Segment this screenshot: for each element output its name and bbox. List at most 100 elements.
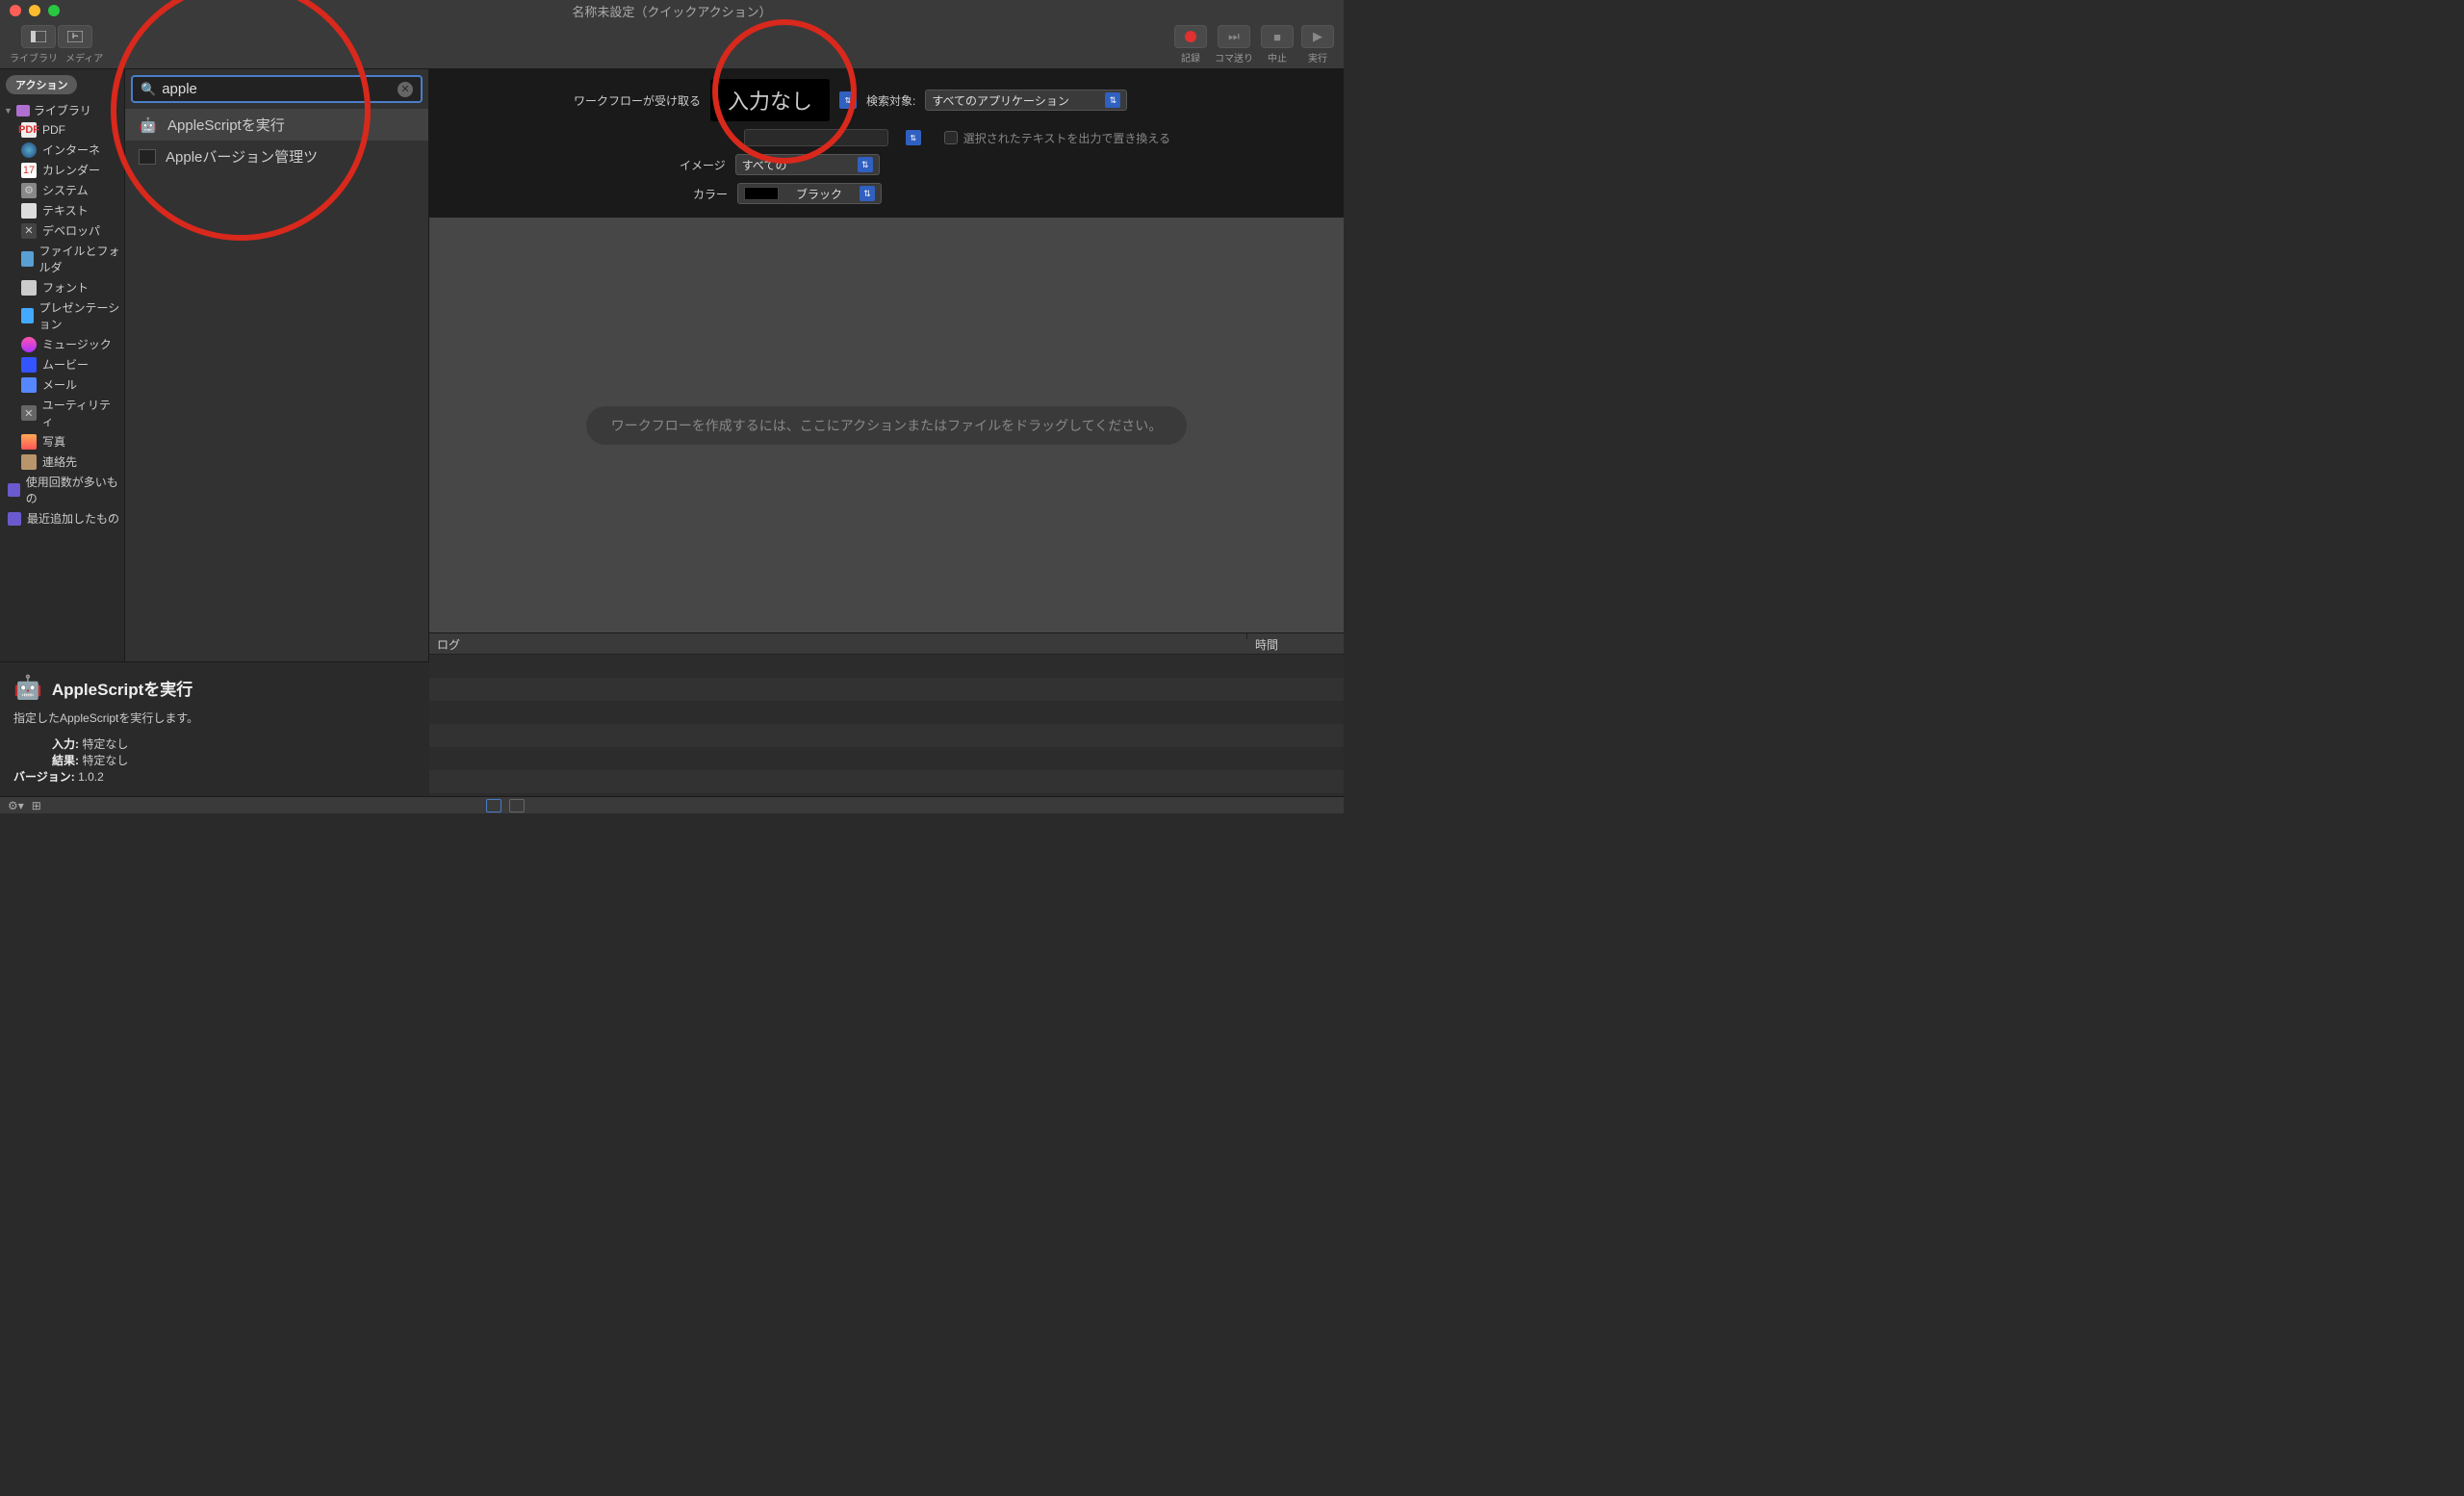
sidebar-item-calendar[interactable]: 17カレンダー [0,160,124,180]
window-controls [0,5,60,16]
chevron-updown-icon[interactable]: ⇅ [906,130,921,145]
view-mode-workflow-button[interactable] [486,799,501,812]
result-item-version[interactable]: Appleバージョン管理ツ [125,141,428,172]
statusbar: ⚙▾ ⊞ [0,796,1344,813]
calendar-icon: 17 [21,163,37,178]
search-input[interactable] [162,81,392,97]
color-select[interactable]: ブラック ⇅ [737,183,882,204]
sidebar-item-internet[interactable]: インターネ [0,140,124,160]
folder-icon [21,251,34,267]
toolbar: ライブラリ メディア 記録 ⏭ コマ送り ■ 中止 ▶ 実行 [0,21,1344,69]
replace-text-checkbox[interactable]: 選択されたテキストを出力で置き換える [944,130,1170,146]
actions-tab[interactable]: アクション [6,75,77,94]
workflow-placeholder: ワークフローを作成するには、ここにアクションまたはファイルをドラッグしてください… [586,406,1187,445]
movie-icon [21,357,37,373]
log-rows [429,655,1344,796]
sidebar-item-files[interactable]: ファイルとフォルダ [0,241,124,277]
wrench-icon: ✕ [21,405,37,421]
view-mode-list-button[interactable] [509,799,525,812]
stop-button[interactable]: ■ [1261,25,1294,48]
library-toggle-button[interactable] [21,25,56,48]
clear-search-button[interactable]: ✕ [398,82,413,97]
sidebar-item-system[interactable]: ⚙システム [0,180,124,200]
close-button[interactable] [10,5,21,16]
sidebar-item-contacts[interactable]: 連絡先 [0,451,124,472]
chevron-updown-icon[interactable]: ⇅ [839,91,857,109]
info-description: 指定したAppleScriptを実行します。 [13,709,416,726]
pdf-icon: PDF [21,122,37,138]
image-label: イメージ [680,157,726,173]
step-button[interactable]: ⏭ [1218,25,1250,48]
media-icon [67,31,83,42]
run-button[interactable]: ▶ [1301,25,1334,48]
maximize-button[interactable] [48,5,60,16]
titlebar: 名称未設定（クイックアクション） [0,0,1344,21]
color-swatch [744,187,779,200]
receives-select[interactable]: 入力なし [710,79,830,121]
sidebar-item-font[interactable]: フォント [0,277,124,297]
minimize-button[interactable] [29,5,40,16]
search-target-label: 検索対象: [866,92,915,109]
photo-icon [21,434,37,450]
stop-icon: ■ [1273,30,1281,44]
sidebar-item-text[interactable]: テキスト [0,200,124,220]
sidebar-item-pdf[interactable]: PDFPDF [0,120,124,140]
music-icon [21,337,37,352]
sidebar-item-developer[interactable]: ✕デベロッパ [0,220,124,241]
info-panel: 🤖 AppleScriptを実行 指定したAppleScriptを実行します。 … [0,661,429,796]
record-label: 記録 [1181,50,1200,64]
image-select[interactable]: すべての ⇅ [735,154,880,175]
stop-label: 中止 [1268,50,1287,64]
terminal-icon [139,149,156,165]
chevron-updown-icon: ⇅ [860,186,875,201]
run-label: 実行 [1308,50,1327,64]
record-button[interactable] [1174,25,1207,48]
checkbox-icon [944,131,958,144]
grid-toggle-button[interactable]: ⊞ [32,799,41,812]
text-icon [21,203,37,219]
presentation-icon [21,308,34,323]
result-item-applescript[interactable]: 🤖 AppleScriptを実行 [125,109,428,141]
sidebar-item-utility[interactable]: ✕ユーティリティ [0,395,124,431]
search-field[interactable]: 🔍 ✕ [131,75,423,103]
info-input: 入力: 特定なし [13,735,416,752]
library-root[interactable]: ▼ ライブラリ [0,100,124,120]
workflow-drop-area[interactable]: ワークフローを作成するには、ここにアクションまたはファイルをドラッグしてください… [429,218,1344,632]
font-icon [21,280,37,296]
record-icon [1185,31,1196,42]
sidebar-item-presentation[interactable]: プレゼンテーション [0,297,124,334]
sidebar-item-mail[interactable]: メール [0,374,124,395]
applescript-icon: 🤖 [13,674,42,702]
gear-icon: ⚙ [21,183,37,198]
media-label: メディア [65,50,103,64]
gear-menu-button[interactable]: ⚙▾ [8,799,24,812]
library-icon [16,105,30,116]
log-column-header[interactable]: ログ [429,633,1247,639]
sidebar-item-photos[interactable]: 写真 [0,431,124,451]
sidebar-smart-frequent[interactable]: 使用回数が多いもの [0,472,124,508]
search-target-select[interactable]: すべてのアプリケーション ⇅ [925,90,1127,111]
sidebar-icon [31,31,46,42]
step-icon: ⏭ [1228,29,1240,44]
media-toggle-button[interactable] [58,25,92,48]
receives-label: ワークフローが受け取る [574,92,701,109]
sidebar-smart-recent[interactable]: 最近追加したもの [0,508,124,529]
log-area: ログ 時間 [429,632,1344,796]
smart-folder-icon [8,512,21,526]
step-label: コマ送り [1215,50,1253,64]
sidebar-item-music[interactable]: ミュージック [0,334,124,354]
window-title: 名称未設定（クイックアクション） [572,2,771,20]
smart-folder-icon [8,483,20,497]
info-title: AppleScriptを実行 [52,676,192,700]
info-version: バージョン: 1.0.2 [13,768,416,785]
disclosure-triangle-icon[interactable]: ▼ [4,106,13,116]
workflow-config: ワークフローが受け取る 入力なし ⇅ 検索対象: すべてのアプリケーション ⇅ … [429,69,1344,218]
contacts-icon [21,454,37,470]
library-label: ライブラリ [10,50,58,64]
library-root-label: ライブラリ [34,102,91,118]
search-icon: 🔍 [141,82,156,97]
sidebar-item-movie[interactable]: ムービー [0,354,124,374]
hidden-select[interactable] [744,129,888,146]
applescript-icon: 🤖 [139,116,158,135]
time-column-header[interactable]: 時間 [1247,633,1344,654]
